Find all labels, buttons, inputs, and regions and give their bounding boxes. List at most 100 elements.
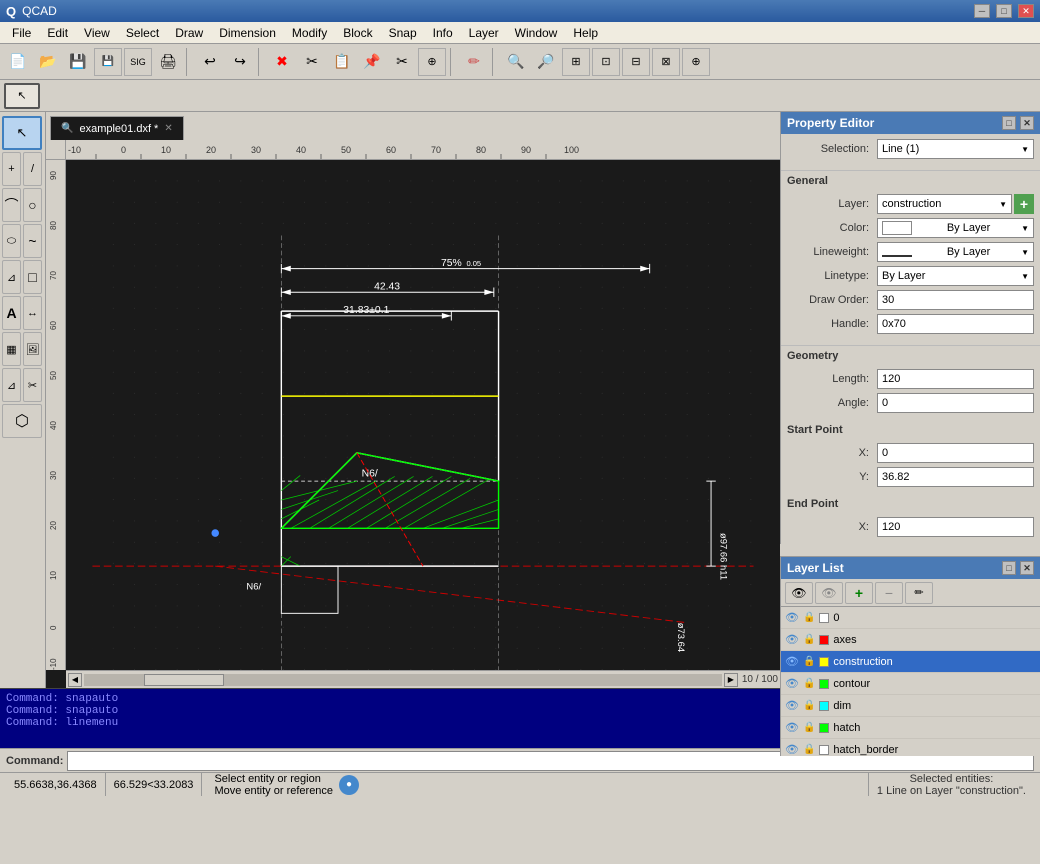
layer-item-hatch[interactable]: 👁 🔒 hatch — [781, 717, 1040, 739]
print-button[interactable]: 🖨 — [154, 48, 182, 76]
layer-item-0[interactable]: 👁 🔒 0 — [781, 607, 1040, 629]
canvas[interactable]: 75% 0.05 42.43 — [66, 160, 780, 670]
arc-btn[interactable]: ⌒ — [2, 188, 21, 222]
select-tool-btn[interactable]: ↖ — [2, 116, 42, 150]
zoom-in-button[interactable]: 🔍 — [502, 48, 530, 76]
drawing-area[interactable]: -10 0 10 20 30 40 50 60 70 — [46, 140, 780, 688]
menu-item-window[interactable]: Window — [507, 24, 566, 42]
measure-btn[interactable]: ↔ — [23, 296, 42, 330]
menu-item-block[interactable]: Block — [335, 24, 380, 42]
snap-btn[interactable]: + — [2, 152, 21, 186]
zoom-fit-button[interactable]: ⊞ — [562, 48, 590, 76]
property-editor-close-btn[interactable]: ✕ — [1020, 116, 1034, 130]
hide-all-layers-btn[interactable]: 👁 — [815, 582, 843, 604]
image-btn[interactable]: 🖼 — [23, 332, 42, 366]
zoom-ext-button[interactable]: ⊕ — [682, 48, 710, 76]
menu-item-modify[interactable]: Modify — [284, 24, 335, 42]
layer-list-close-btn[interactable]: ✕ — [1020, 561, 1034, 575]
show-all-layers-btn[interactable]: 👁 — [785, 582, 813, 604]
3d-btn[interactable]: ⬡ — [2, 404, 42, 438]
tab-close-btn[interactable]: ✕ — [164, 123, 172, 134]
general-props: Layer: construction ▼ + Color: By Layer … — [781, 189, 1040, 341]
delete-button[interactable]: ✖ — [268, 48, 296, 76]
property-editor-float-btn[interactable]: □ — [1002, 116, 1016, 130]
snap-info: Select entity or region Move entity or r… — [214, 773, 333, 797]
erase-btn[interactable]: ⊿ — [2, 368, 21, 402]
cut-button[interactable]: ✂ — [298, 48, 326, 76]
line-btn[interactable]: / — [23, 152, 42, 186]
redo-button[interactable]: ↪ — [226, 48, 254, 76]
drawing-tab[interactable]: 🔍 example01.dxf * ✕ — [50, 116, 184, 140]
insert-button[interactable]: ⊕ — [418, 48, 446, 76]
new-button[interactable]: 📄 — [4, 48, 32, 76]
paste-button[interactable]: 📌 — [358, 48, 386, 76]
layer-item-construction[interactable]: 👁 🔒 construction — [781, 651, 1040, 673]
menu-item-select[interactable]: Select — [118, 24, 167, 42]
sig-button[interactable]: SIG — [124, 48, 152, 76]
color-dropdown[interactable]: By Layer ▼ — [877, 218, 1034, 238]
horizontal-scrollbar[interactable]: ◀ ▶ 10 / 100 — [66, 670, 780, 688]
divider-2 — [781, 345, 1040, 346]
undo-button[interactable]: ↩ — [196, 48, 224, 76]
menu-item-view[interactable]: View — [76, 24, 118, 42]
linetype-dropdown[interactable]: By Layer ▼ — [877, 266, 1034, 286]
menu-item-edit[interactable]: Edit — [39, 24, 76, 42]
circle-btn[interactable]: ○ — [23, 188, 42, 222]
text-btn[interactable]: A — [2, 296, 21, 330]
layer-name-contour: contour — [833, 678, 870, 690]
save-button[interactable]: 💾 — [64, 48, 92, 76]
start-x-value[interactable]: 0 — [877, 443, 1034, 463]
layer-item-axes[interactable]: 👁 🔒 axes — [781, 629, 1040, 651]
menu-item-dimension[interactable]: Dimension — [211, 24, 284, 42]
cut2-button[interactable]: ✂ — [388, 48, 416, 76]
saveas-button[interactable]: 💾 — [94, 48, 122, 76]
modify-btn[interactable]: ✂ — [23, 368, 42, 402]
draw-order-value[interactable]: 30 — [877, 290, 1034, 310]
layer-item-hatch-border[interactable]: 👁 🔒 hatch_border — [781, 739, 1040, 756]
zoom-prev-button[interactable]: ⊟ — [622, 48, 650, 76]
menu-item-draw[interactable]: Draw — [167, 24, 211, 42]
scroll-left-btn[interactable]: ◀ — [68, 673, 82, 687]
lineweight-dropdown[interactable]: By Layer ▼ — [877, 242, 1034, 262]
rect-btn[interactable]: □ — [23, 260, 42, 294]
zoom-out-button[interactable]: 🔎 — [532, 48, 560, 76]
open-button[interactable]: 📂 — [34, 48, 62, 76]
spline-btn[interactable]: ~ — [23, 224, 42, 258]
layer-item-contour[interactable]: 👁 🔒 contour — [781, 673, 1040, 695]
layer-dropdown[interactable]: construction ▼ — [877, 194, 1012, 214]
select-pointer-btn[interactable]: ↖ — [4, 83, 40, 109]
add-layer-btn[interactable]: + — [1014, 194, 1034, 214]
layer-color-0 — [819, 613, 829, 623]
start-y-value[interactable]: 36.82 — [877, 467, 1034, 487]
layer-list-float-btn[interactable]: □ — [1002, 561, 1016, 575]
menu-item-file[interactable]: File — [4, 24, 39, 42]
length-value[interactable]: 120 — [877, 369, 1034, 389]
selection-dropdown[interactable]: Line (1) ▼ — [877, 139, 1034, 159]
scroll-thumb[interactable] — [144, 674, 224, 686]
hatch-btn[interactable]: ▦ — [2, 332, 21, 366]
angle-value[interactable]: 0 — [877, 393, 1034, 413]
ellipse-btn[interactable]: ⬭ — [2, 224, 21, 258]
end-point-props: X: 120 — [781, 512, 1040, 544]
restore-button[interactable]: □ — [996, 4, 1012, 18]
scroll-track[interactable] — [84, 674, 722, 686]
zoom-next-button[interactable]: ⊠ — [652, 48, 680, 76]
remove-layer-btn[interactable]: − — [875, 582, 903, 604]
pencil-button[interactable]: ✏ — [460, 48, 488, 76]
snap-text2: Move entity or reference — [214, 785, 333, 797]
menu-item-help[interactable]: Help — [565, 24, 606, 42]
add-layer-btn2[interactable]: + — [845, 582, 873, 604]
zoom-window-button[interactable]: ⊡ — [592, 48, 620, 76]
menu-item-layer[interactable]: Layer — [461, 24, 507, 42]
minimize-button[interactable]: ─ — [974, 4, 990, 18]
copy-button[interactable]: 📋 — [328, 48, 356, 76]
edit-layer-btn[interactable]: ✏ — [905, 582, 933, 604]
polyline-btn[interactable]: ⊿ — [2, 260, 21, 294]
end-x-value[interactable]: 120 — [877, 517, 1034, 537]
close-button[interactable]: ✕ — [1018, 4, 1034, 18]
property-editor-controls: □ ✕ — [1002, 116, 1034, 130]
layer-item-dim[interactable]: 👁 🔒 dim — [781, 695, 1040, 717]
menu-item-info[interactable]: Info — [425, 24, 461, 42]
scroll-right-btn[interactable]: ▶ — [724, 673, 738, 687]
menu-item-snap[interactable]: Snap — [381, 24, 425, 42]
